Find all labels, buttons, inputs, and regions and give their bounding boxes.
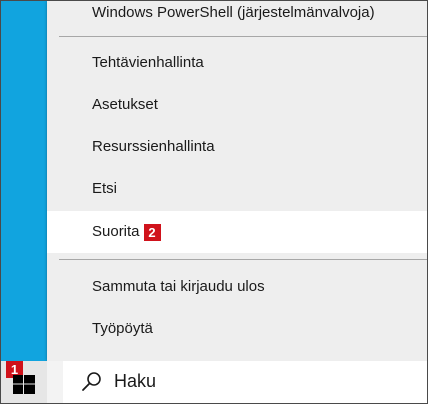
menu-item-label: Etsi: [92, 180, 118, 197]
menu-separator: [59, 259, 427, 260]
menu-item-label: Resurssienhallinta: [92, 138, 215, 155]
search-placeholder: Haku: [114, 371, 157, 391]
menu-item-search[interactable]: Etsi: [47, 169, 427, 209]
step-badge: 2: [143, 223, 161, 241]
quick-link-menu: Windows PowerShell (järjestelmänvalvoja)…: [47, 1, 427, 361]
menu-item-label: Sammuta tai kirjaudu ulos: [92, 278, 265, 295]
search-icon: [82, 372, 101, 391]
menu-separator: [59, 36, 427, 37]
menu-item-label-wrap: Suorita 2: [92, 223, 161, 241]
menu-item-label: Windows PowerShell (järjestelmänvalvoja): [92, 4, 375, 21]
menu-item-settings[interactable]: Asetukset: [47, 85, 427, 125]
taskbar: 1 Haku: [1, 361, 427, 403]
desktop-background: [1, 1, 47, 361]
windows-logo-icon: [13, 375, 35, 394]
menu-item-powershell-admin[interactable]: Windows PowerShell (järjestelmänvalvoja): [47, 1, 427, 33]
menu-item-label: Asetukset: [92, 96, 158, 113]
menu-item-task-manager[interactable]: Tehtävienhallinta: [47, 43, 427, 83]
menu-item-label: Tehtävienhallinta: [92, 54, 204, 71]
menu-item-label: Työpöytä: [92, 320, 153, 337]
menu-item-shutdown-signout[interactable]: Sammuta tai kirjaudu ulos: [47, 267, 427, 307]
start-button[interactable]: 1: [1, 361, 47, 403]
screenshot-frame: Windows PowerShell (järjestelmänvalvoja)…: [0, 0, 428, 404]
menu-item-run[interactable]: Suorita 2: [47, 211, 427, 253]
menu-item-label: Suorita: [92, 223, 140, 240]
menu-item-desktop[interactable]: Työpöytä: [47, 309, 427, 349]
search-input[interactable]: Haku: [63, 361, 427, 403]
menu-item-file-explorer[interactable]: Resurssienhallinta: [47, 127, 427, 167]
